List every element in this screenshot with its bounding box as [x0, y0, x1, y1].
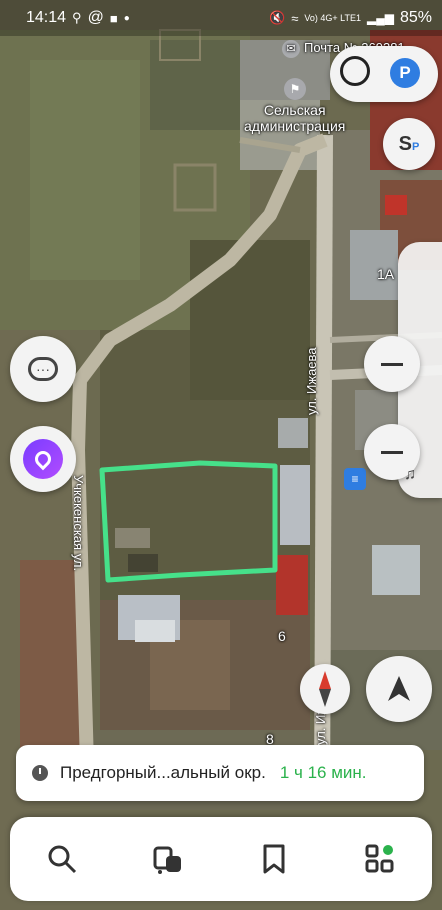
compass-button[interactable] [300, 664, 350, 714]
layers-button[interactable]: P [330, 46, 438, 102]
bookmarks-icon [263, 844, 285, 874]
services-icon [365, 844, 394, 873]
nav-transport-button[interactable] [148, 839, 188, 879]
mail-icon: ✉ [282, 40, 300, 58]
wifi-icon: ≈ [291, 10, 299, 26]
zoom-out-button-upper[interactable] [364, 336, 420, 392]
bus-stop-icon[interactable]: ≡ [344, 468, 366, 490]
search-icon [48, 845, 77, 874]
navigation-arrow-icon [388, 676, 410, 701]
minus-icon [381, 362, 403, 366]
bottom-navigation [10, 817, 432, 901]
alice-icon [23, 439, 63, 479]
battery-label: 85% [399, 9, 432, 26]
parking-route-icon: SP [398, 132, 420, 155]
route-summary-bar[interactable]: Предгорный...альный окр. 1 ч 16 мин. [16, 745, 424, 801]
dot-icon: ● [123, 12, 130, 24]
house-number-1a: 1А [377, 266, 395, 282]
status-time: 14:14 [26, 9, 67, 26]
at-icon: @ [87, 9, 104, 26]
parking-icon: P [390, 58, 420, 88]
signal-icon: ▂▄▆ [367, 11, 394, 25]
minus-icon [381, 450, 403, 454]
message-icon: ■ [109, 10, 118, 26]
chat-button[interactable]: ··· [10, 336, 76, 402]
transport-icon [153, 846, 181, 874]
my-location-button[interactable] [366, 656, 432, 722]
house-number-6: 6 [278, 628, 286, 644]
alice-button[interactable] [10, 426, 76, 492]
compass-icon [319, 671, 331, 707]
flag-icon[interactable]: ⚑ [284, 78, 306, 100]
nav-services-button[interactable] [360, 839, 400, 879]
status-bar: 14:14 ⚲ @ ■ ● 🔇 ≈ Vo) 4G+ LTE1 ▂▄▆ 85% [0, 0, 442, 36]
poi-admin-label[interactable]: Сельская администрация [244, 102, 345, 134]
route-destination: Предгорный...альный окр. [60, 763, 266, 782]
network-label: Vo) 4G+ LTE1 [304, 13, 361, 23]
search-icon: ⚲ [72, 10, 82, 25]
nav-bookmarks-button[interactable] [254, 839, 294, 879]
alice-ring-icon [340, 56, 370, 86]
mute-icon: 🔇 [269, 10, 286, 25]
route-duration: 1 ч 16 мин. [279, 763, 367, 782]
parking-route-button[interactable]: SP [383, 118, 435, 170]
street-label-izhaeva: ул. Ижаева [304, 347, 319, 415]
chat-icon: ··· [28, 357, 58, 381]
clock-icon [32, 765, 48, 781]
nav-search-button[interactable] [42, 839, 82, 879]
sound-icon[interactable]: ♫ [404, 466, 416, 484]
poi-admin-line2: администрация [244, 118, 346, 134]
street-label-uchkeken: Учкекенская ул. [71, 475, 86, 572]
poi-admin-line1: Сельская [263, 102, 326, 118]
